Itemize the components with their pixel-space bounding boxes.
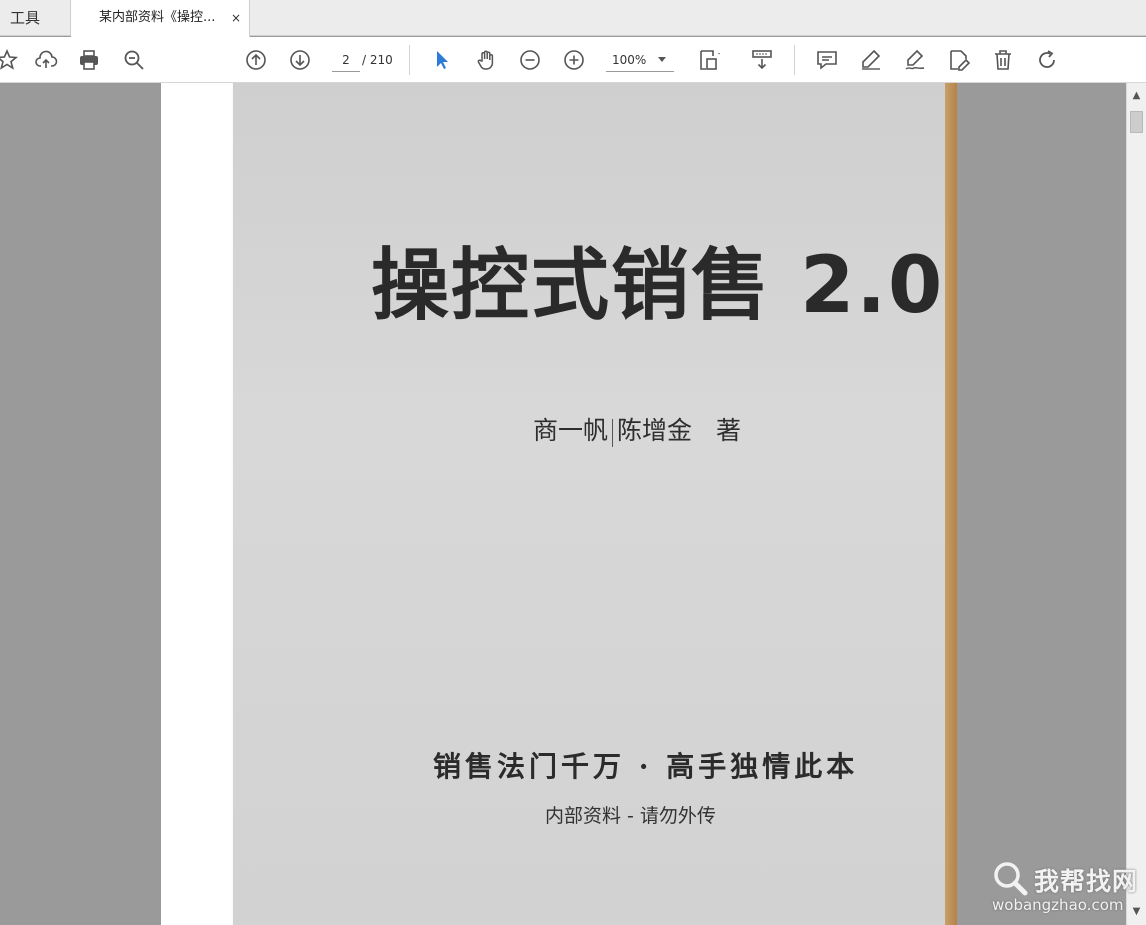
tab-tools[interactable]: 工具 <box>0 0 71 36</box>
cover-slogan: 销售法门千万 · 高手独情此本 <box>433 750 859 783</box>
zoom-minus-icon[interactable] <box>517 47 543 73</box>
scroll-up-arrow-icon[interactable]: ▲ <box>1127 87 1146 105</box>
tab-document[interactable]: 某内部资料《操控... × <box>71 0 250 37</box>
page-total: / 210 <box>362 53 393 67</box>
vertical-scrollbar[interactable]: ▲ ▼ <box>1126 83 1146 925</box>
internal-notice: 内部资料 - 请勿外传 <box>545 805 716 827</box>
close-icon[interactable]: × <box>231 0 241 36</box>
document-page: 操控式销售 2.0 商一帆 陈增金著 销售法门千万 · 高手独情此本 内部资料 -… <box>161 83 957 925</box>
watermark-url: wobangzhao.com <box>992 896 1124 914</box>
scroll-mode-icon[interactable] <box>749 47 775 73</box>
print-icon[interactable] <box>76 47 102 73</box>
select-arrow-icon[interactable] <box>429 47 455 73</box>
rotate-icon[interactable] <box>1034 47 1060 73</box>
share-edit-icon[interactable] <box>946 47 972 73</box>
page-down-icon[interactable] <box>287 47 313 73</box>
tab-bar: 工具 某内部资料《操控... × <box>0 0 1146 37</box>
scroll-thumb[interactable] <box>1130 111 1143 133</box>
author-2: 陈增金 <box>617 416 693 445</box>
fit-page-icon[interactable] <box>696 47 722 73</box>
highlight-icon[interactable] <box>858 47 884 73</box>
author-suffix: 著 <box>716 416 742 445</box>
trash-icon[interactable] <box>990 47 1016 73</box>
zoom-out-search-icon[interactable] <box>121 47 147 73</box>
chevron-down-icon <box>658 57 666 62</box>
toolbar: 2 / 210 100% <box>0 37 1146 83</box>
page-up-icon[interactable] <box>243 47 269 73</box>
cover-title: 操控式销售 2.0 <box>371 241 945 331</box>
author-1: 商一帆 <box>533 416 609 445</box>
hand-icon[interactable] <box>473 47 499 73</box>
toolbar-separator <box>409 45 410 75</box>
magnifier-icon <box>994 862 1028 896</box>
sign-icon[interactable] <box>902 47 928 73</box>
zoom-plus-icon[interactable] <box>561 47 587 73</box>
star-icon[interactable] <box>0 47 20 73</box>
comment-icon[interactable] <box>814 47 840 73</box>
page-number-input[interactable]: 2 <box>332 48 360 72</box>
document-viewport[interactable]: 操控式销售 2.0 商一帆 陈增金著 销售法门千万 · 高手独情此本 内部资料 -… <box>0 83 1126 925</box>
cover-authors: 商一帆 陈增金著 <box>533 411 741 447</box>
watermark: 我帮找网 wobangzhao.com <box>990 858 1140 918</box>
book-cover-photo: 操控式销售 2.0 商一帆 陈增金著 销售法门千万 · 高手独情此本 内部资料 -… <box>233 83 945 925</box>
cloud-upload-icon[interactable] <box>33 47 59 73</box>
zoom-select[interactable]: 100% <box>606 48 674 72</box>
author-divider <box>612 418 614 447</box>
tab-document-label: 某内部资料《操控... <box>99 10 216 25</box>
toolbar-separator <box>794 45 795 75</box>
zoom-value: 100% <box>612 53 647 67</box>
watermark-brand: 我帮找网 <box>1034 867 1139 896</box>
